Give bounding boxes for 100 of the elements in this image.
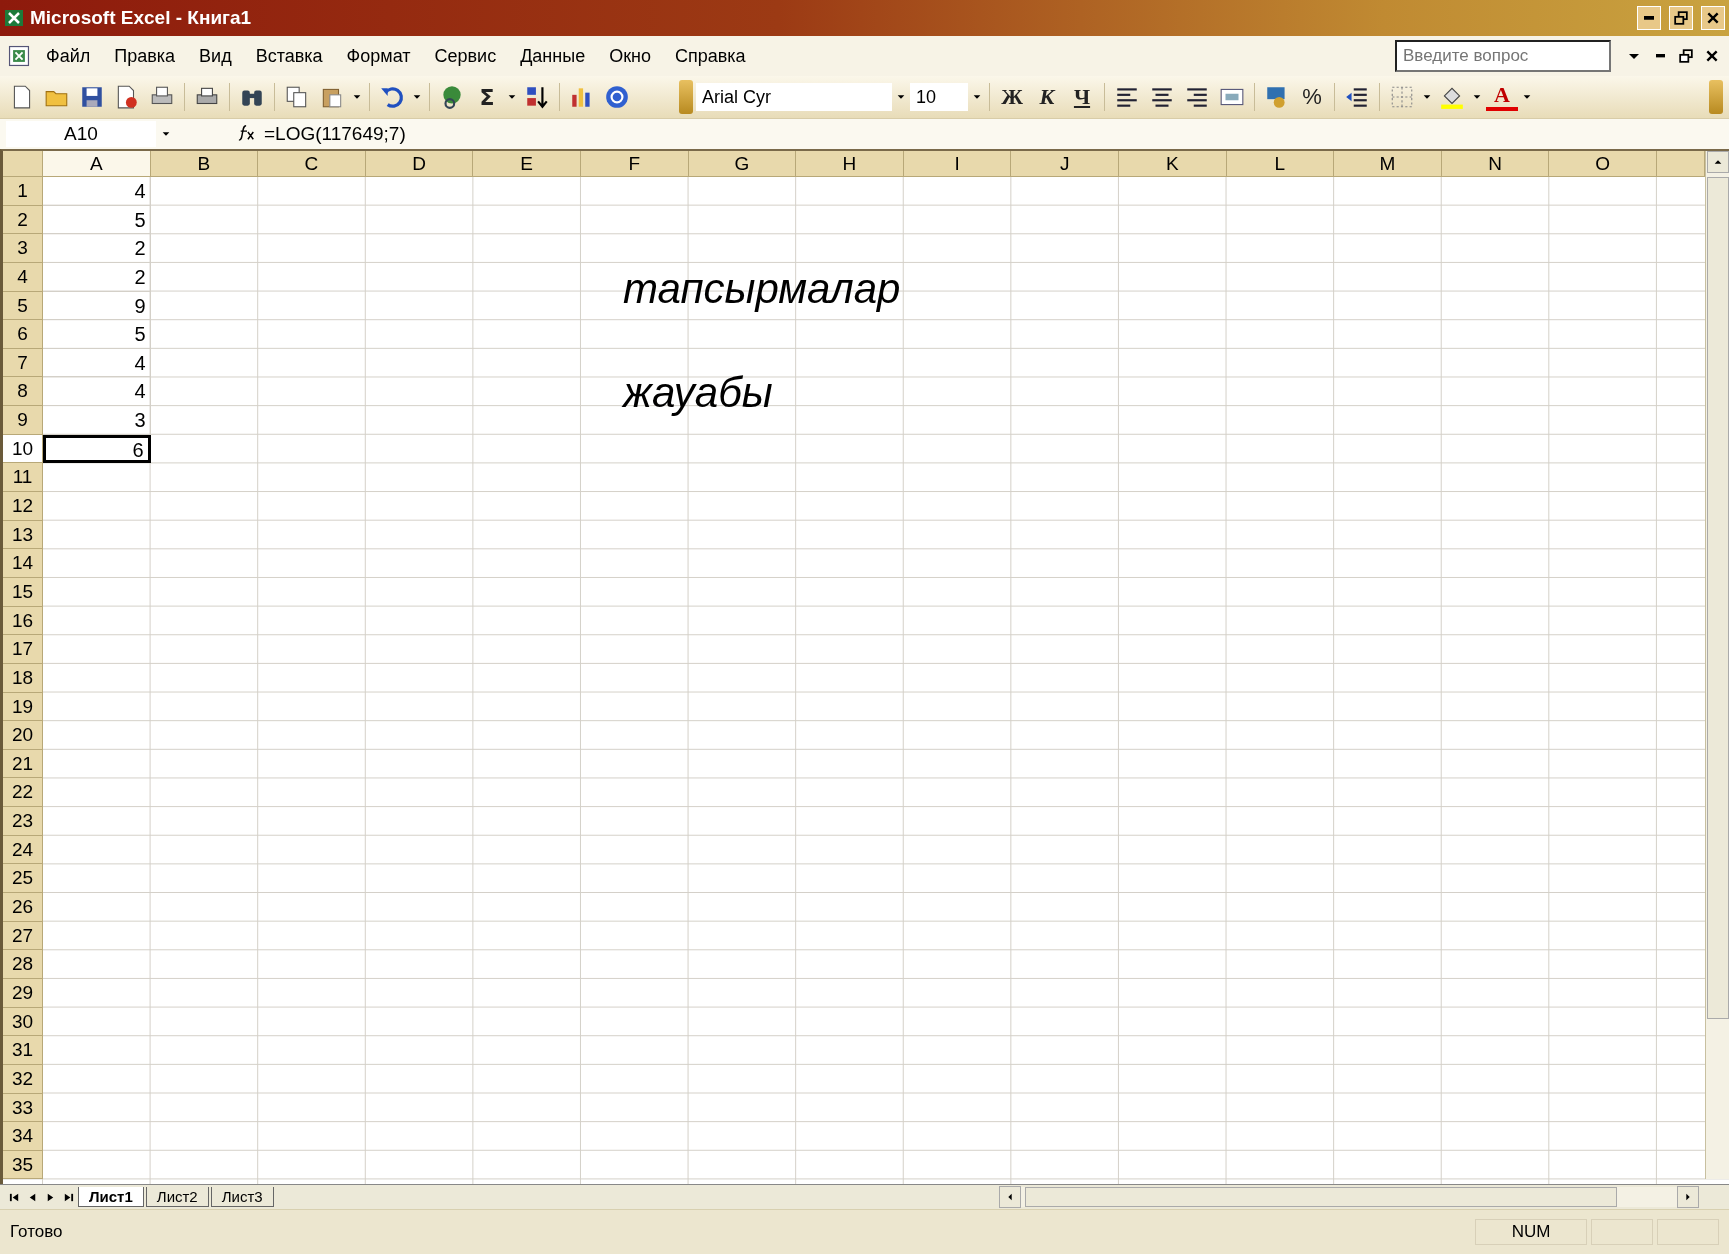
underline-button[interactable]: Ч <box>1066 81 1098 113</box>
row-header[interactable]: 26 <box>3 893 43 922</box>
row-header[interactable]: 23 <box>3 807 43 836</box>
table-cell[interactable]: 6 <box>43 434 151 464</box>
name-box[interactable]: A10 <box>6 121 156 147</box>
table-cell[interactable]: 4 <box>43 177 151 206</box>
formula-field[interactable]: =LOG(117649;7) <box>260 123 406 145</box>
row-header[interactable]: 34 <box>3 1122 43 1151</box>
undo-icon[interactable] <box>379 84 405 110</box>
column-header[interactable]: D <box>365 151 474 177</box>
vertical-scrollbar[interactable] <box>1705 151 1729 1180</box>
column-header[interactable]: K <box>1118 151 1227 177</box>
column-header[interactable]: M <box>1334 151 1442 177</box>
bold-button[interactable]: Ж <box>996 81 1028 113</box>
percent-button[interactable]: % <box>1296 81 1328 113</box>
minimize-button[interactable] <box>1637 6 1661 30</box>
sheet-tab[interactable]: Лист1 <box>78 1187 144 1207</box>
row-header[interactable]: 8 <box>3 377 43 407</box>
row-header[interactable]: 2 <box>3 205 43 235</box>
column-header[interactable]: L <box>1226 151 1335 177</box>
column-header[interactable]: A <box>43 151 151 177</box>
save-icon[interactable] <box>79 84 105 110</box>
column-header[interactable]: J <box>1011 151 1119 177</box>
column-header[interactable]: H <box>796 151 904 177</box>
table-cell[interactable]: 5 <box>43 320 151 349</box>
row-header[interactable]: 21 <box>3 749 43 779</box>
menu-item[interactable]: Окно <box>599 41 661 71</box>
row-header[interactable]: 6 <box>3 320 43 349</box>
column-header[interactable]: E <box>473 151 581 177</box>
function-icon[interactable] <box>238 122 256 141</box>
row-header[interactable]: 4 <box>3 262 43 292</box>
row-header[interactable]: 20 <box>3 721 43 750</box>
row-header[interactable]: 13 <box>3 520 43 550</box>
row-header[interactable]: 12 <box>3 492 43 521</box>
row-header[interactable]: 9 <box>3 406 43 435</box>
scrollbar-thumb[interactable] <box>1706 177 1729 1019</box>
sheet-tab[interactable]: Лист3 <box>210 1187 274 1207</box>
menu-item[interactable]: Вид <box>189 41 242 71</box>
column-header[interactable]: C <box>258 151 366 177</box>
menu-item[interactable]: Правка <box>104 41 186 71</box>
menu-item[interactable]: Данные <box>510 41 596 71</box>
row-header[interactable]: 27 <box>3 921 43 951</box>
row-header[interactable]: 15 <box>3 577 43 607</box>
column-header[interactable]: B <box>150 151 259 177</box>
horizontal-scrollbar[interactable] <box>999 1187 1699 1207</box>
row-header[interactable]: 22 <box>3 778 43 808</box>
toolbar-grip[interactable] <box>1709 80 1723 114</box>
restore-icon[interactable] <box>1679 49 1693 63</box>
row-header[interactable]: 25 <box>3 864 43 893</box>
row-header[interactable]: 7 <box>3 348 43 378</box>
column-header[interactable]: I <box>903 151 1012 177</box>
table-cell[interactable]: 2 <box>43 234 151 263</box>
menu-item[interactable]: Сервис <box>424 41 507 71</box>
scrollbar-thumb[interactable] <box>1025 1187 1617 1207</box>
row-header[interactable]: 33 <box>3 1093 43 1123</box>
row-header[interactable]: 17 <box>3 635 43 664</box>
menu-item[interactable]: Файл <box>36 41 101 71</box>
toolbar-grip[interactable] <box>679 80 693 114</box>
autosum-button[interactable]: Σ <box>471 81 503 113</box>
table-cell[interactable]: 9 <box>43 291 151 321</box>
help-icon[interactable] <box>604 84 630 110</box>
minimize-icon[interactable] <box>1655 54 1665 58</box>
row-header[interactable]: 16 <box>3 606 43 636</box>
row-header[interactable]: 35 <box>3 1150 43 1180</box>
table-cell[interactable]: 4 <box>43 348 151 378</box>
row-header[interactable]: 14 <box>3 549 43 578</box>
close-button[interactable] <box>1701 6 1725 30</box>
italic-button[interactable]: К <box>1031 81 1063 113</box>
row-header[interactable]: 29 <box>3 978 43 1008</box>
sheet-tab[interactable]: Лист2 <box>145 1187 209 1207</box>
table-cell[interactable]: 3 <box>43 406 151 435</box>
row-header[interactable]: 11 <box>3 463 43 493</box>
table-cell[interactable]: 5 <box>43 205 151 235</box>
row-header[interactable]: 19 <box>3 692 43 722</box>
row-header[interactable]: 32 <box>3 1064 43 1094</box>
row-header[interactable]: 18 <box>3 663 43 693</box>
font-field[interactable]: Arial Cyr <box>696 83 892 111</box>
column-header[interactable]: O <box>1549 151 1657 177</box>
workbook-icon[interactable] <box>6 43 32 69</box>
row-header[interactable]: 1 <box>3 177 43 206</box>
column-header[interactable]: N <box>1441 151 1550 177</box>
font-color-button[interactable]: A <box>1486 83 1518 111</box>
table-cell[interactable]: 2 <box>43 262 151 292</box>
row-header[interactable]: 30 <box>3 1007 43 1037</box>
row-header[interactable]: 31 <box>3 1036 43 1065</box>
menu-item[interactable]: Справка <box>665 41 756 71</box>
column-header[interactable]: G <box>688 151 797 177</box>
help-search-field[interactable]: Введите вопрос <box>1395 40 1611 72</box>
table-cell[interactable]: 4 <box>43 377 151 407</box>
row-header[interactable]: 28 <box>3 950 43 979</box>
last-sheet-icon[interactable] <box>62 1191 74 1203</box>
row-header[interactable]: 5 <box>3 291 43 321</box>
menu-item[interactable]: Вставка <box>245 41 333 71</box>
row-header[interactable]: 10 <box>3 434 43 464</box>
close-icon[interactable] <box>1705 49 1719 63</box>
restore-button[interactable] <box>1669 6 1693 30</box>
dropdown-caret-icon[interactable] <box>1629 53 1639 59</box>
sort-ascending-icon[interactable] <box>524 84 550 110</box>
menu-item[interactable]: Формат <box>336 41 421 71</box>
row-header[interactable]: 24 <box>3 835 43 865</box>
